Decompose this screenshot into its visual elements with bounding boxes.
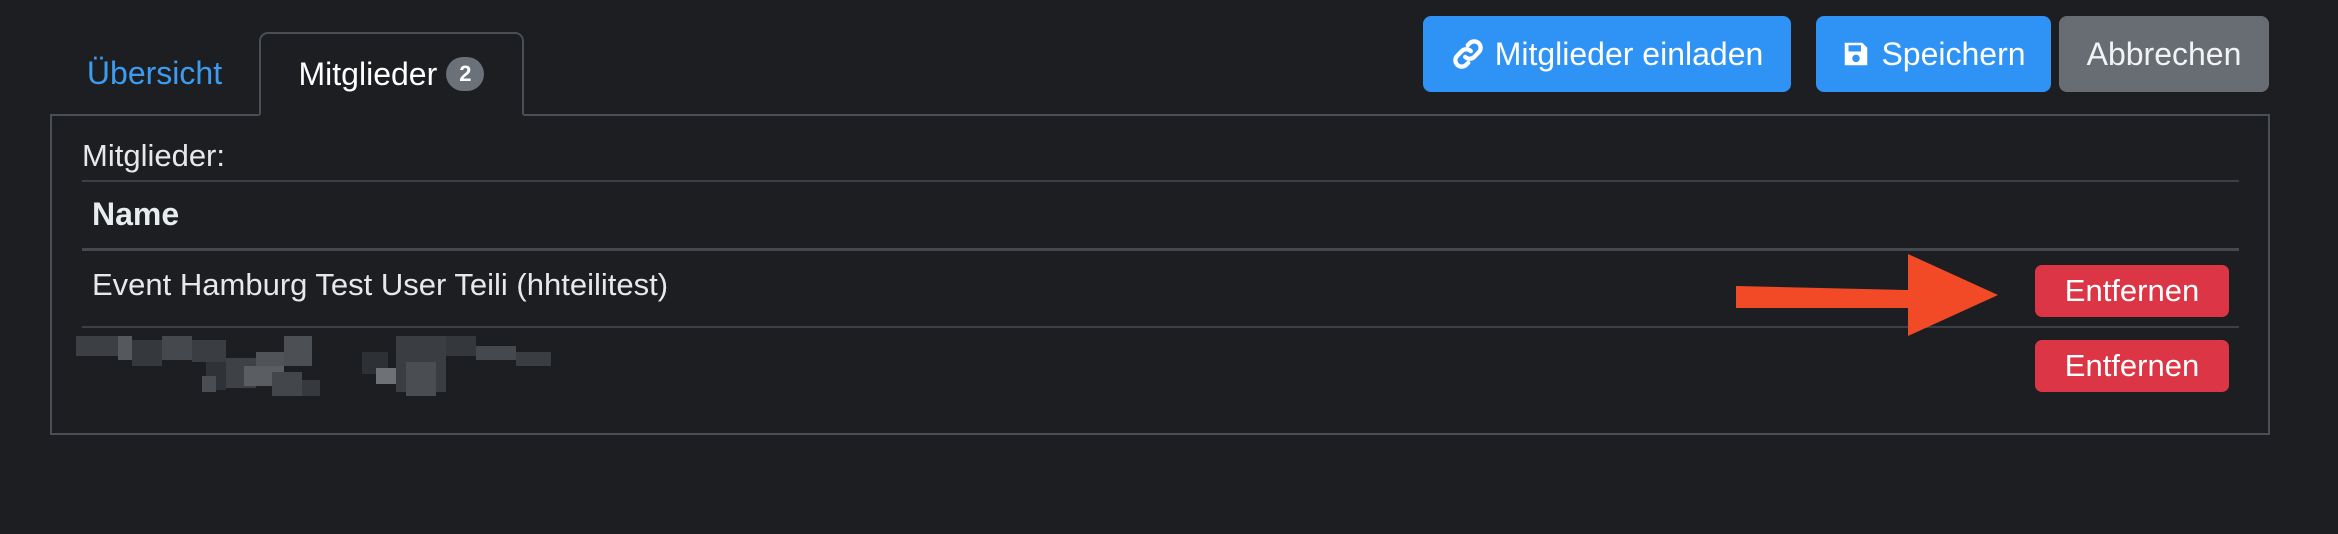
members-section-label: Mitglieder: (82, 138, 225, 173)
members-count-badge: 2 (446, 57, 485, 91)
tab-overview-label: Übersicht (86, 54, 223, 91)
tab-overview[interactable]: Übersicht (52, 32, 257, 114)
cancel-label: Abbrechen (2086, 35, 2242, 72)
floppy-disk-icon (1845, 42, 1868, 66)
column-header-name: Name (92, 196, 180, 232)
remove-member-button[interactable]: Entfernen (2035, 340, 2229, 392)
link-icon (1452, 39, 1483, 69)
save-label: Speichern (1881, 35, 2026, 72)
tab-members-label: Mitglieder (298, 55, 438, 92)
remove-label: Entfernen (2064, 273, 2200, 308)
remove-member-button[interactable]: Entfernen (2035, 265, 2229, 317)
remove-label: Entfernen (2064, 348, 2200, 383)
annotation-arrow-icon (1736, 254, 1998, 336)
redacted-name-mosaic (76, 336, 551, 396)
tab-members[interactable]: Mitglieder 2 (259, 32, 524, 116)
divider (82, 180, 2239, 182)
cancel-button[interactable]: Abbrechen (2059, 16, 2269, 92)
save-button[interactable]: Speichern (1816, 16, 2051, 92)
member-name: Event Hamburg Test User Teili (hhteilite… (92, 267, 669, 302)
invite-members-label: Mitglieder einladen (1494, 35, 1764, 72)
invite-members-button[interactable]: Mitglieder einladen (1423, 16, 1791, 92)
